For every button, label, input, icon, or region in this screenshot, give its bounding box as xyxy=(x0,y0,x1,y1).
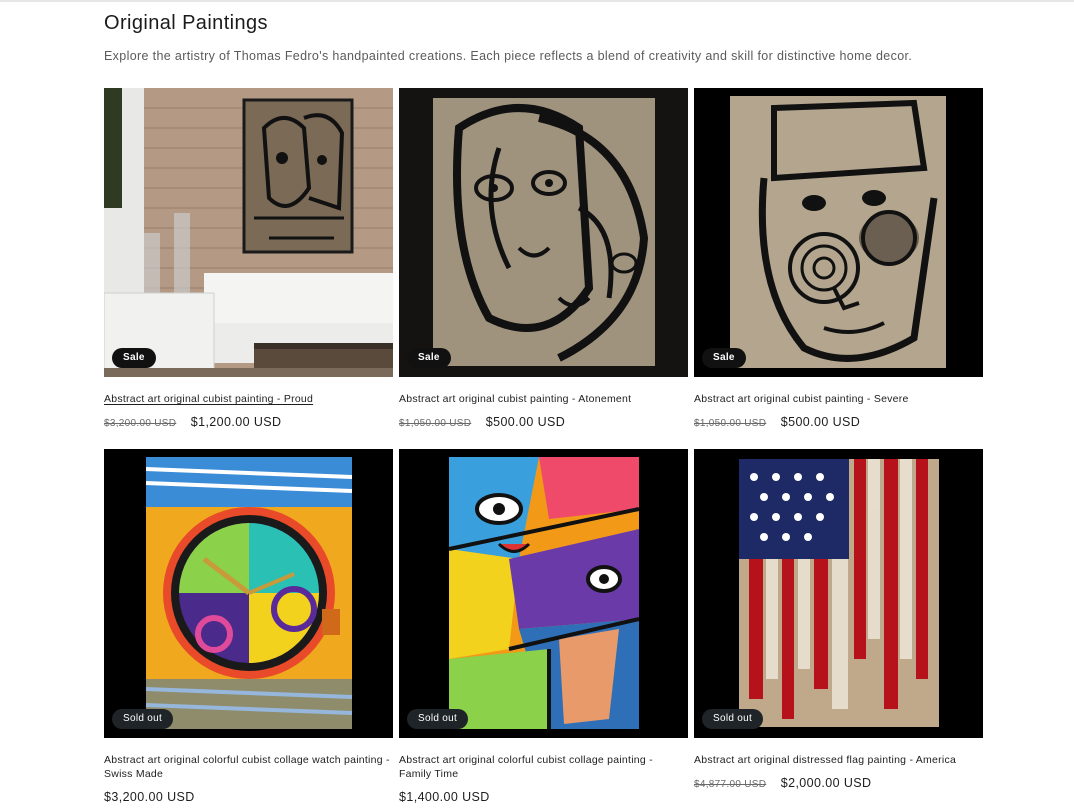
product-title-link[interactable]: Abstract art original colorful cubist co… xyxy=(399,753,688,781)
product-card[interactable]: Sold out Abstract art original colorful … xyxy=(399,449,688,804)
product-card[interactable]: Sold out Abstract art original distresse… xyxy=(694,449,983,790)
sale-badge: Sale xyxy=(702,348,746,368)
product-card[interactable]: Sale Abstract art original cubist painti… xyxy=(399,88,688,429)
compare-at-price: $1,050.00 USD xyxy=(694,418,767,429)
sale-badge: Sale xyxy=(112,348,156,368)
compare-at-price: $4,877.00 USD xyxy=(694,779,767,790)
painting-swiss-made-image xyxy=(104,449,393,738)
sold-out-badge: Sold out xyxy=(407,709,469,729)
regular-price: $3,200.00 USD xyxy=(104,790,195,804)
product-card[interactable]: Sale Abstract art original cubist painti… xyxy=(104,88,393,429)
product-card[interactable]: Sold out Abstract art original colorful … xyxy=(104,449,393,804)
price-row: $3,200.00 USD $1,200.00 USD xyxy=(104,413,393,429)
product-title-link[interactable]: Abstract art original colorful cubist co… xyxy=(104,753,393,781)
painting-family-time-image xyxy=(399,449,688,738)
sale-price: $500.00 USD xyxy=(485,415,566,429)
collection-title: Original Paintings xyxy=(104,12,268,34)
collection-description: Explore the artistry of Thomas Fedro's h… xyxy=(104,49,913,63)
product-image[interactable]: Sale xyxy=(399,88,688,377)
price-row: $4,877.00 USD $2,000.00 USD xyxy=(694,774,983,790)
sale-badge: Sale xyxy=(407,348,451,368)
price-row: $3,200.00 USD xyxy=(104,788,393,804)
painting-proud-image xyxy=(104,88,393,377)
sold-out-badge: Sold out xyxy=(112,709,174,729)
sale-price: $1,200.00 USD xyxy=(190,415,282,429)
regular-price: $1,400.00 USD xyxy=(399,790,490,804)
header-divider xyxy=(0,0,1074,2)
compare-at-price: $3,200.00 USD xyxy=(104,418,177,429)
painting-severe-image xyxy=(694,88,983,377)
product-image[interactable]: Sold out xyxy=(104,449,393,738)
product-image[interactable]: Sold out xyxy=(694,449,983,738)
product-image[interactable]: Sale xyxy=(694,88,983,377)
product-image[interactable]: Sale xyxy=(104,88,393,377)
sale-price: $500.00 USD xyxy=(780,415,861,429)
painting-atonement-image xyxy=(399,88,688,377)
product-image[interactable]: Sold out xyxy=(399,449,688,738)
sold-out-badge: Sold out xyxy=(702,709,764,729)
price-row: $1,050.00 USD $500.00 USD xyxy=(399,413,688,429)
painting-america-image xyxy=(694,449,983,738)
price-row: $1,400.00 USD xyxy=(399,788,688,804)
product-title-link[interactable]: Abstract art original cubist painting - … xyxy=(399,392,688,406)
product-title-link[interactable]: Abstract art original cubist painting - … xyxy=(104,392,393,406)
product-card[interactable]: Sale Abstract art original cubist painti… xyxy=(694,88,983,429)
compare-at-price: $1,050.00 USD xyxy=(399,418,472,429)
price-row: $1,050.00 USD $500.00 USD xyxy=(694,413,983,429)
sale-price: $2,000.00 USD xyxy=(780,776,872,790)
product-title-link[interactable]: Abstract art original distressed flag pa… xyxy=(694,753,983,767)
product-title-link[interactable]: Abstract art original cubist painting - … xyxy=(694,392,983,406)
